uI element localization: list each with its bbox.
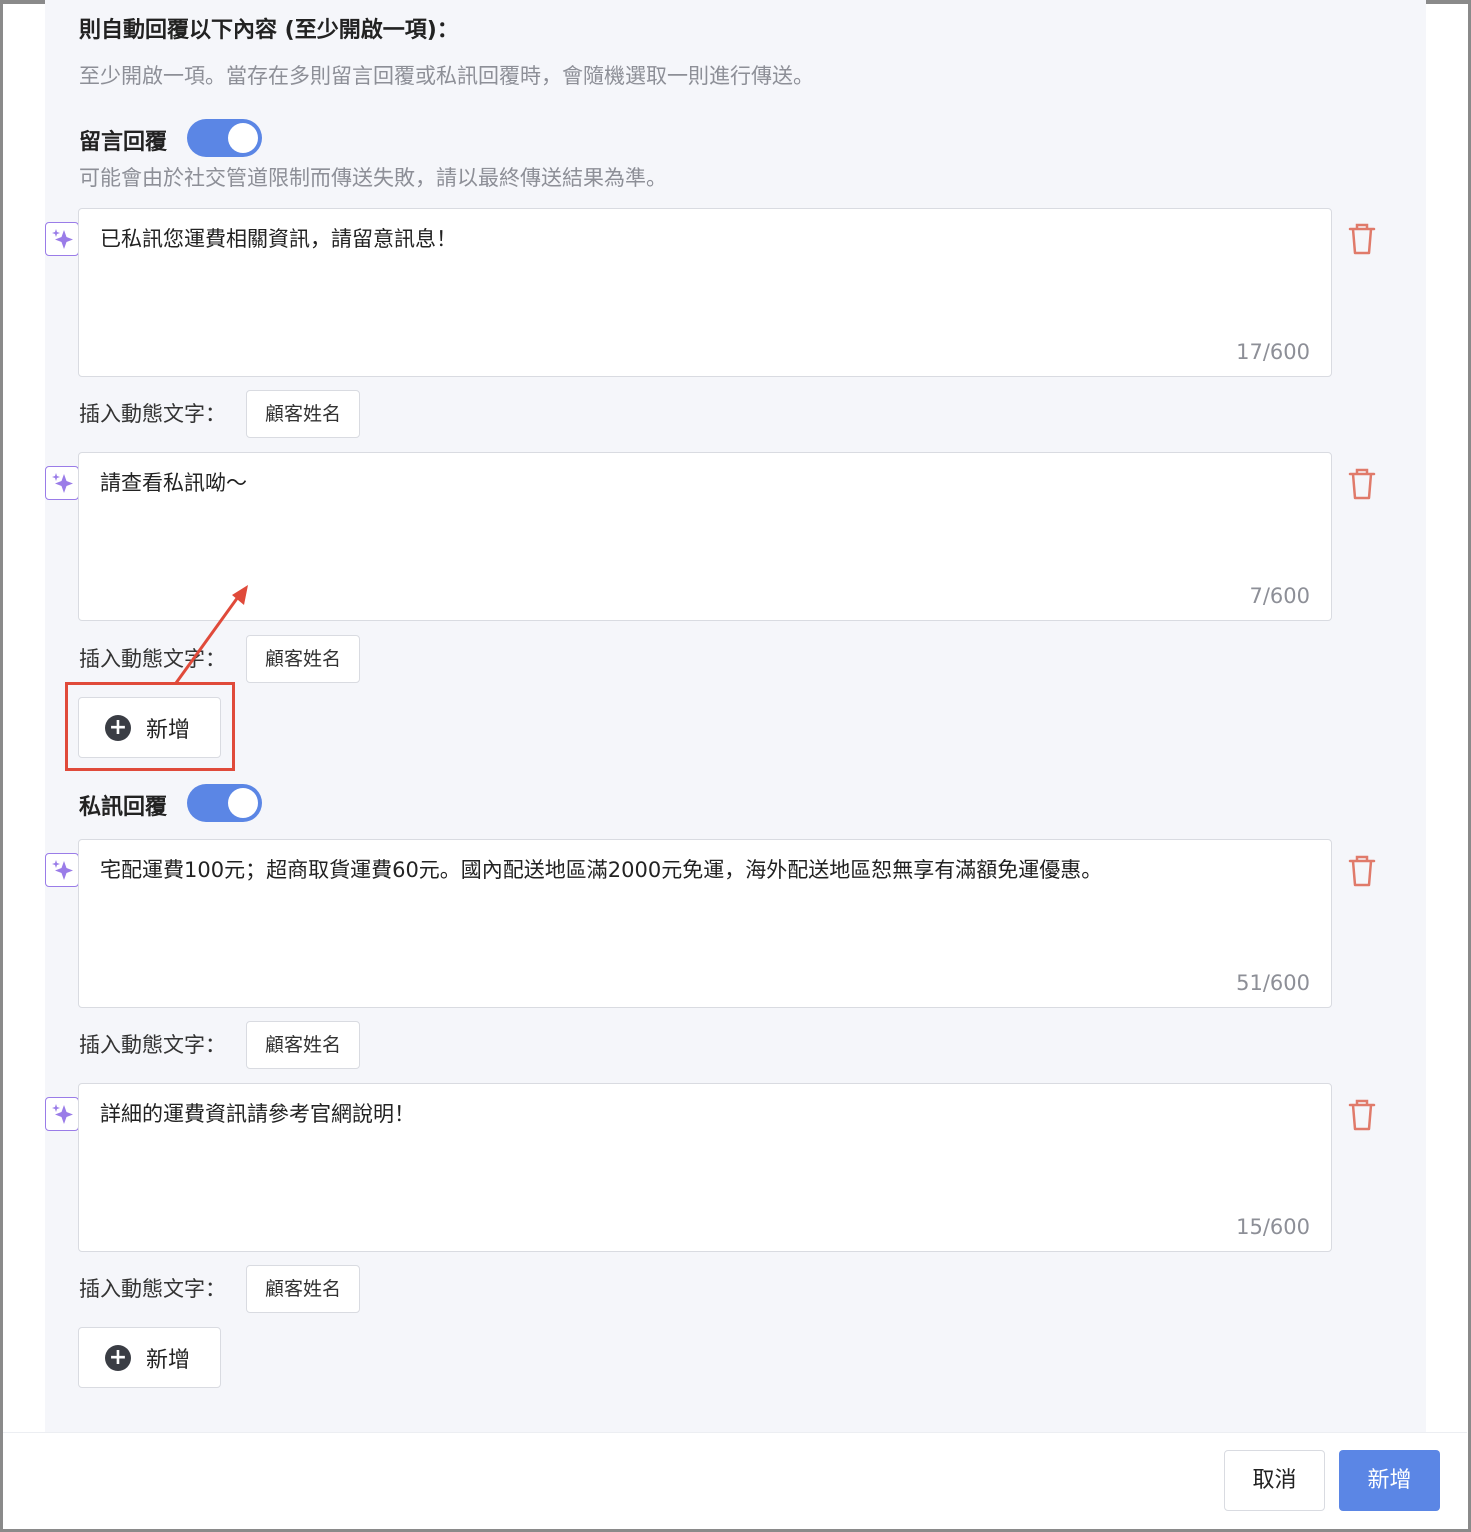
reply-text: 詳細的運費資訊請參考官網說明！ <box>100 1102 415 1126</box>
customer-name-chip[interactable]: 顧客姓名 <box>246 635 360 683</box>
comment-reply-title: 留言回覆 <box>79 130 168 155</box>
comment-reply-toggle[interactable] <box>187 119 262 157</box>
reply-text: 已私訊您運費相關資訊，請留意訊息！ <box>100 227 457 251</box>
toggle-knob <box>228 788 258 818</box>
reply-text: 請查看私訊呦～ <box>100 471 247 495</box>
char-count: 15/600 <box>1236 1215 1310 1239</box>
submit-button[interactable]: 新增 <box>1339 1450 1440 1511</box>
ai-sparkle-icon[interactable] <box>45 466 79 500</box>
customer-name-chip[interactable]: 顧客姓名 <box>246 1021 360 1069</box>
dynamic-text-label: 插入動態文字： <box>79 402 226 426</box>
add-button-label: 新增 <box>146 1348 191 1373</box>
customer-name-chip[interactable]: 顧客姓名 <box>246 390 360 438</box>
comment-reply-hint: 可能會由於社交管道限制而傳送失敗，請以最終傳送結果為準。 <box>79 166 667 190</box>
dm-reply-textarea[interactable]: 詳細的運費資訊請參考官網說明！ 15/600 <box>78 1083 1332 1252</box>
dm-reply-toggle[interactable] <box>187 784 262 822</box>
ai-sparkle-icon[interactable] <box>45 222 79 256</box>
dynamic-text-label: 插入動態文字： <box>79 1033 226 1057</box>
trash-icon[interactable] <box>1346 1098 1378 1132</box>
annotation-arrow <box>174 585 248 684</box>
trash-icon[interactable] <box>1346 222 1378 256</box>
trash-icon[interactable] <box>1346 854 1378 888</box>
char-count: 51/600 <box>1236 971 1310 995</box>
trash-icon[interactable] <box>1346 467 1378 501</box>
comment-reply-textarea[interactable]: 已私訊您運費相關資訊，請留意訊息！ 17/600 <box>78 208 1332 377</box>
section-hint: 至少開啟一項。當存在多則留言回覆或私訊回覆時，會隨機選取一則進行傳送。 <box>79 64 814 88</box>
toggle-knob <box>228 123 258 153</box>
add-dm-reply-button[interactable]: + 新增 <box>78 1327 221 1388</box>
char-count: 7/600 <box>1249 584 1310 608</box>
reply-text: 宅配運費100元；超商取貨運費60元。國內配送地區滿2000元免運，海外配送地區… <box>100 858 1103 882</box>
cancel-button[interactable]: 取消 <box>1224 1450 1325 1511</box>
customer-name-chip[interactable]: 顧客姓名 <box>246 1265 360 1313</box>
dm-reply-title: 私訊回覆 <box>79 795 168 820</box>
section-heading: 則自動回覆以下內容 (至少開啟一項)： <box>79 18 459 43</box>
highlight-box <box>65 682 235 771</box>
plus-circle-icon: + <box>105 1345 131 1371</box>
char-count: 17/600 <box>1236 340 1310 364</box>
ai-sparkle-icon[interactable] <box>45 1097 79 1131</box>
comment-reply-textarea[interactable]: 請查看私訊呦～ 7/600 <box>78 452 1332 621</box>
ai-sparkle-icon[interactable] <box>45 853 79 887</box>
dm-reply-textarea[interactable]: 宅配運費100元；超商取貨運費60元。國內配送地區滿2000元免運，海外配送地區… <box>78 839 1332 1008</box>
dynamic-text-label: 插入動態文字： <box>79 1277 226 1301</box>
